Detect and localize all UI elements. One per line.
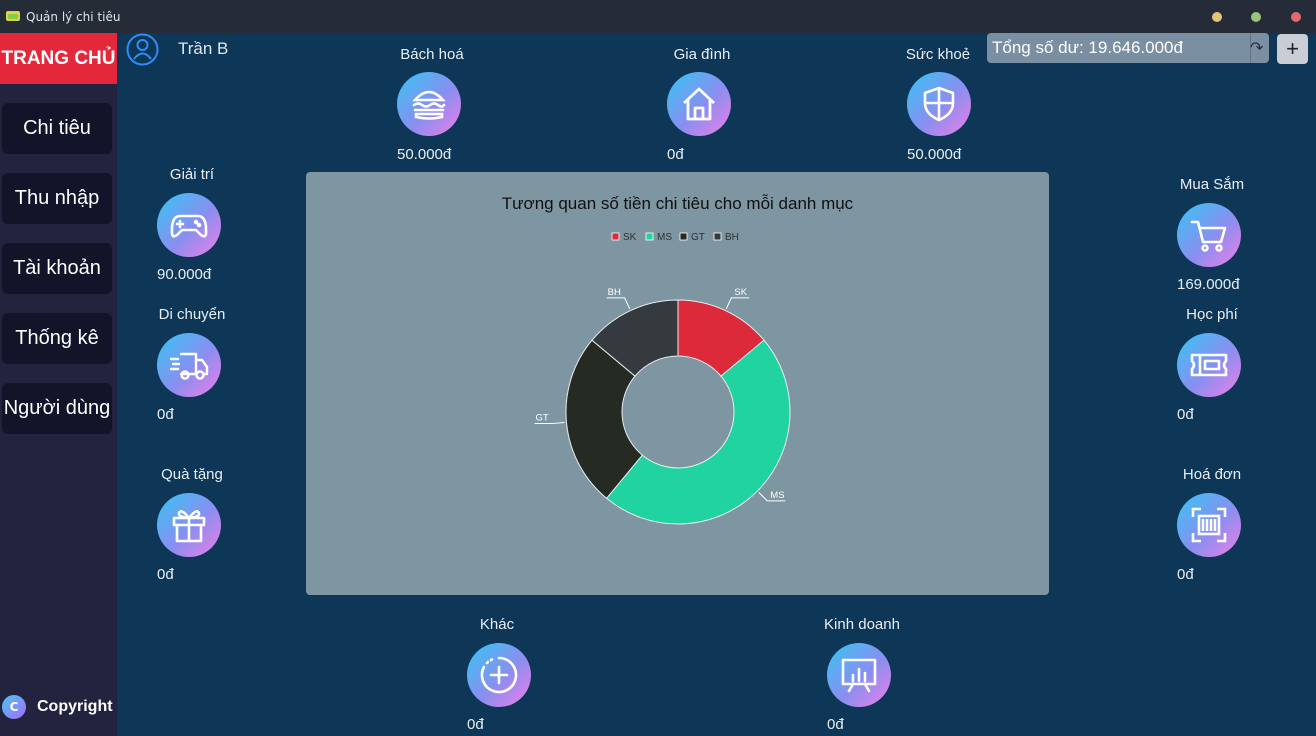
slice-label-sk: SK — [734, 287, 747, 298]
nav-accounts[interactable]: Tài khoản — [2, 243, 112, 294]
category-label-kinh-doanh: Kinh doanh — [824, 616, 900, 633]
truck-icon — [169, 352, 209, 380]
category-button-bach-hoa[interactable] — [397, 72, 461, 136]
donut-chart: SK MS GT BH SK MS GT BH — [534, 232, 791, 525]
sidebar: TRANG CHỦ Chi tiêu Thu nhập Tài khoản Th… — [0, 33, 117, 736]
category-label-mua-sam: Mua Sắm — [1179, 176, 1245, 193]
category-button-suc-khoe[interactable] — [907, 72, 971, 136]
legend-swatch — [713, 232, 722, 241]
dropdown-arrow-icon[interactable]: ↷ — [1250, 38, 1263, 58]
category-amount-kinh-doanh: 0đ — [827, 716, 844, 733]
category-amount-di-chuyen: 0đ — [157, 406, 174, 423]
category-label-giai-tri: Giải trí — [169, 166, 215, 183]
burger-icon — [412, 90, 446, 120]
legend-label: SK — [623, 232, 637, 243]
minimize-button[interactable] — [1212, 12, 1222, 22]
plus-circle-icon — [480, 656, 518, 694]
leader-line-sk — [725, 297, 750, 309]
legend-swatch — [679, 232, 688, 241]
category-amount-gia-dinh: 0đ — [667, 146, 684, 163]
category-label-bach-hoa: Bách hoá — [400, 46, 464, 63]
app-icon — [6, 11, 20, 21]
category-amount-mua-sam: 169.000đ — [1177, 276, 1240, 293]
nav-users[interactable]: Người dùng — [2, 383, 112, 434]
gamepad-icon — [170, 214, 208, 238]
legend-item-sk: SK — [611, 232, 637, 243]
nav-income[interactable]: Thu nhập — [2, 173, 112, 224]
legend-label: MS — [657, 232, 672, 243]
slice-label-ms: MS — [770, 490, 784, 501]
category-button-kinh-doanh[interactable] — [827, 643, 891, 707]
legend-label: GT — [691, 232, 705, 243]
category-amount-bach-hoa: 50.000đ — [397, 146, 452, 163]
user-icon[interactable] — [126, 33, 159, 66]
close-button[interactable] — [1291, 12, 1301, 22]
legend-item-gt: GT — [679, 232, 705, 243]
nav-expenses[interactable]: Chi tiêu — [2, 103, 112, 154]
home-button[interactable]: TRANG CHỦ — [0, 33, 117, 84]
slice-label-bh: BH — [608, 287, 621, 298]
slice-label-gt: GT — [536, 413, 549, 424]
chart-panel: Tương quan số tiền chi tiêu cho mỗi danh… — [306, 172, 1049, 595]
category-button-mua-sam[interactable] — [1177, 203, 1241, 267]
category-button-qua-tang[interactable] — [157, 493, 221, 557]
legend-swatch — [611, 232, 620, 241]
category-amount-qua-tang: 0đ — [157, 566, 174, 583]
category-button-khac[interactable] — [467, 643, 531, 707]
category-label-qua-tang: Quà tặng — [161, 466, 223, 483]
category-amount-khac: 0đ — [467, 716, 484, 733]
leader-line-bh — [606, 297, 631, 309]
category-button-giai-tri[interactable] — [157, 193, 221, 257]
house-icon — [683, 87, 715, 121]
shield-icon — [923, 86, 955, 122]
window-title: Quản lý chi tiêu — [26, 10, 121, 24]
legend-label: BH — [725, 232, 739, 243]
category-button-hoa-don[interactable] — [1177, 493, 1241, 557]
maximize-button[interactable] — [1251, 12, 1261, 22]
ticket-icon — [1190, 353, 1228, 377]
category-amount-hoc-phi: 0đ — [1177, 406, 1194, 423]
category-label-hoa-don: Hoá đơn — [1182, 466, 1242, 483]
category-button-hoc-phi[interactable] — [1177, 333, 1241, 397]
category-amount-hoa-don: 0đ — [1177, 566, 1194, 583]
add-button[interactable]: + — [1277, 34, 1308, 64]
copyright-button[interactable]: C Copyright — [0, 693, 117, 723]
title-bar: Quản lý chi tiêu — [0, 0, 1316, 33]
copyright-icon: C — [2, 695, 26, 719]
category-label-khac: Khác — [479, 616, 515, 633]
copyright-label: Copyright — [37, 698, 113, 715]
category-label-suc-khoe: Sức khoẻ — [905, 46, 971, 63]
category-label-di-chuyen: Di chuyển — [158, 306, 226, 323]
category-button-di-chuyen[interactable] — [157, 333, 221, 397]
legend-swatch — [645, 232, 654, 241]
nav-statistics[interactable]: Thống kê — [2, 313, 112, 364]
category-amount-giai-tri: 90.000đ — [157, 266, 212, 283]
category-label-gia-dinh: Gia đình — [673, 46, 731, 63]
balance-text: Tổng số dư: 19.646.000đ — [992, 38, 1183, 57]
cart-icon — [1190, 220, 1227, 252]
category-button-gia-dinh[interactable] — [667, 72, 731, 136]
balance-selector[interactable]: Tổng số dư: 19.646.000đ ↷ — [987, 33, 1269, 63]
category-label-hoc-phi: Học phí — [1186, 306, 1238, 323]
legend-item-ms: MS — [645, 232, 672, 243]
chart-board-icon — [841, 658, 877, 693]
legend-item-bh: BH — [713, 232, 739, 243]
gift-icon — [172, 510, 206, 543]
barcode-icon — [1191, 507, 1227, 543]
user-name: Trần B — [178, 39, 229, 58]
category-amount-suc-khoe: 50.000đ — [907, 146, 962, 163]
